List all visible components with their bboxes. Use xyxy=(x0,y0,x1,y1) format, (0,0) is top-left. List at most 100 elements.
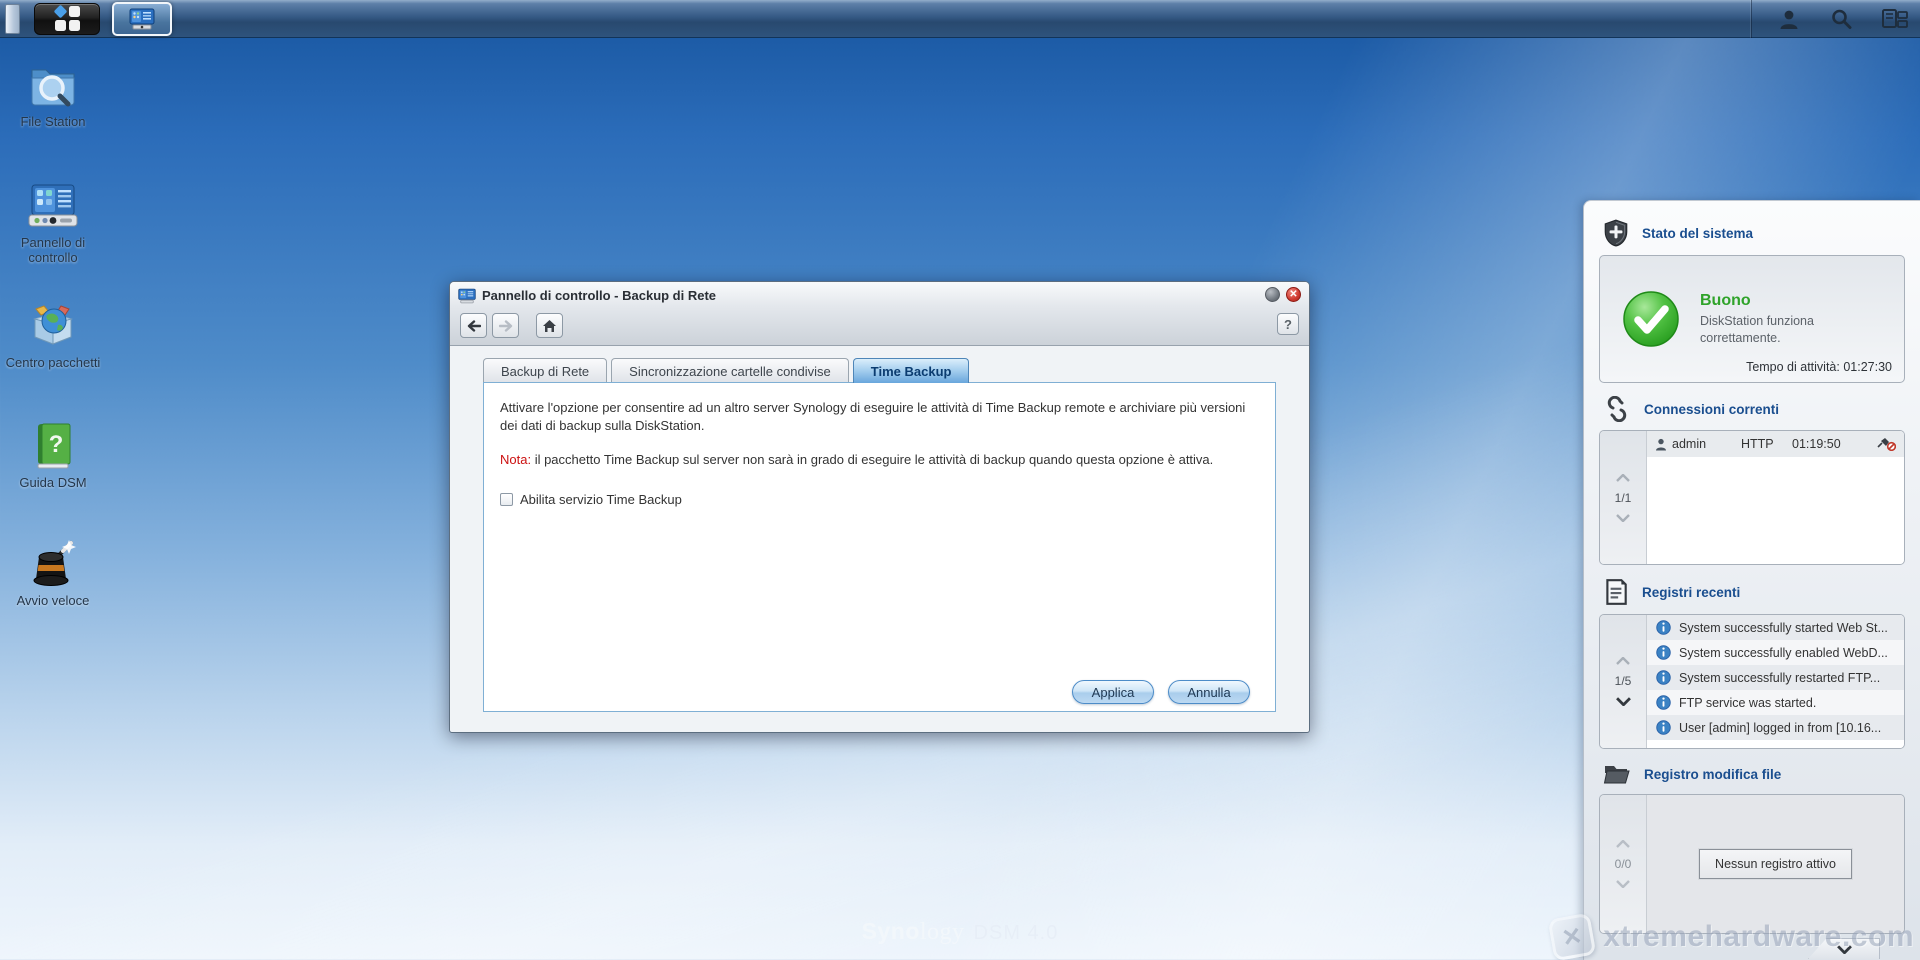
connections-header: Connessioni correnti xyxy=(1603,396,1905,422)
back-arrow-icon xyxy=(467,319,481,332)
apply-button[interactable]: Applica xyxy=(1072,680,1154,704)
system-status-box: Buono DiskStation funziona correttamente… xyxy=(1599,255,1905,383)
desktop-icon-quick-start[interactable]: Avvio veloce xyxy=(0,539,106,608)
status-message: DiskStation funziona correttamente. xyxy=(1700,314,1814,345)
window-header: Pannello di controllo - Backup di Rete ✕ xyxy=(450,282,1309,346)
log-text: System successfully restarted FTP... xyxy=(1679,670,1881,685)
widget-title: Connessioni correnti xyxy=(1644,401,1780,417)
close-button[interactable]: ✕ xyxy=(1286,287,1301,302)
desktop-icon-file-station[interactable]: File Station xyxy=(0,62,106,129)
pager-count: 1/5 xyxy=(1614,674,1632,688)
logs-pager: 1/5 xyxy=(1600,615,1646,748)
connection-user: admin xyxy=(1672,437,1707,451)
open-folder-icon xyxy=(1603,766,1630,784)
note-body: il pacchetto Time Backup sul server non … xyxy=(531,452,1214,468)
minimize-button[interactable] xyxy=(1265,287,1280,302)
widget-title: Stato del sistema xyxy=(1642,225,1754,241)
description-text: Attivare l'opzione per consentire ad un … xyxy=(500,400,1246,434)
logs-list: System successfully started Web St... Sy… xyxy=(1646,615,1904,748)
home-icon xyxy=(543,319,556,332)
page-down-icon[interactable] xyxy=(1615,697,1631,706)
uptime-label: Tempo di attività: 01:27:30 xyxy=(1746,360,1892,374)
brand-syno: Syno xyxy=(861,918,920,944)
file-log-header: Registro modifica file xyxy=(1603,762,1905,786)
user-small-icon xyxy=(1656,438,1666,450)
page-up-icon[interactable] xyxy=(1616,840,1630,848)
info-icon xyxy=(1656,720,1671,735)
log-row[interactable]: System successfully restarted FTP... xyxy=(1647,665,1904,690)
desktop-icon-dsm-help[interactable]: ? Guida DSM xyxy=(0,423,106,490)
home-button[interactable] xyxy=(536,313,563,338)
show-desktop-button[interactable] xyxy=(5,3,20,34)
pilot-view-icon[interactable] xyxy=(1882,8,1908,30)
control-panel-icon xyxy=(28,184,78,227)
connections-box: 1/1 admin HTTP 01:19:50 xyxy=(1599,430,1905,565)
page-up-icon[interactable] xyxy=(1616,657,1630,665)
log-text: User [admin] logged in from [10.16... xyxy=(1679,720,1882,735)
forward-button[interactable] xyxy=(492,313,519,338)
back-button[interactable] xyxy=(460,313,487,338)
sidebar-collapse-button[interactable] xyxy=(1808,938,1880,959)
recent-logs-header: Registri recenti xyxy=(1603,578,1905,606)
log-row[interactable]: User [admin] logged in from [10.16... xyxy=(1647,715,1904,740)
connection-protocol: HTTP xyxy=(1741,437,1774,451)
connection-row[interactable]: admin HTTP 01:19:50 xyxy=(1647,431,1904,457)
tab-time-backup[interactable]: Time Backup xyxy=(852,358,970,383)
log-row[interactable]: FTP service was started. xyxy=(1647,690,1904,715)
page-down-icon[interactable] xyxy=(1616,513,1630,522)
forward-arrow-icon xyxy=(498,319,512,332)
control-panel-window: Pannello di controllo - Backup di Rete ✕ xyxy=(449,281,1310,733)
enable-time-backup-checkbox[interactable] xyxy=(500,492,513,506)
taskbar-item-control-panel[interactable] xyxy=(112,1,172,36)
time-backup-panel: Attivare l'opzione per consentire ad un … xyxy=(483,382,1276,712)
desktop-icon-label: Avvio veloce xyxy=(16,593,90,608)
taskbar xyxy=(0,0,1920,38)
connections-pager: 1/1 xyxy=(1600,431,1646,564)
brand-product: DSM 4.0 xyxy=(973,922,1059,944)
pager-count: 1/1 xyxy=(1614,490,1632,505)
page-down-icon[interactable] xyxy=(1616,880,1630,888)
log-document-icon xyxy=(1606,579,1627,605)
recent-logs-box: 1/5 System successfully started Web St..… xyxy=(1599,614,1905,749)
package-center-icon xyxy=(33,305,73,345)
file-log-box: 0/0 Nessun registro attivo xyxy=(1599,794,1905,934)
pager-count: 0/0 xyxy=(1614,857,1632,871)
user-icon[interactable] xyxy=(1778,8,1800,30)
link-icon xyxy=(1607,396,1627,422)
svg-text:?: ? xyxy=(49,431,64,458)
enable-time-backup-row: Abilita servizio Time Backup xyxy=(500,492,1259,507)
control-panel-mini-icon xyxy=(129,8,155,29)
tab-backup-di-rete[interactable]: Backup di Rete xyxy=(483,358,608,383)
search-icon[interactable] xyxy=(1830,8,1852,30)
disconnect-icon[interactable] xyxy=(1877,437,1896,451)
help-button[interactable]: ? xyxy=(1277,313,1299,335)
note-text: Nota: il pacchetto Time Backup sul serve… xyxy=(500,451,1259,469)
widget-title: Registri recenti xyxy=(1642,584,1741,600)
log-row[interactable]: System successfully enabled WebD... xyxy=(1647,640,1904,665)
page-up-icon[interactable] xyxy=(1616,473,1630,482)
log-text: System successfully enabled WebD... xyxy=(1679,645,1888,660)
log-text: System successfully started Web St... xyxy=(1679,620,1888,635)
desktop-icon-label: Pannello di controllo xyxy=(20,235,86,266)
no-active-log-label: Nessun registro attivo xyxy=(1698,848,1853,880)
note-label: Nota: xyxy=(500,452,532,468)
cancel-button[interactable]: Annulla xyxy=(1168,680,1250,704)
file-log-pager: 0/0 xyxy=(1600,795,1646,933)
connections-list: admin HTTP 01:19:50 xyxy=(1646,431,1904,564)
info-icon xyxy=(1656,620,1671,635)
desktop-icon-package-center[interactable]: Centro pacchetti xyxy=(0,303,106,370)
log-text: FTP service was started. xyxy=(1679,695,1817,710)
info-icon xyxy=(1656,645,1671,660)
quick-start-icon xyxy=(33,540,76,586)
widget-title: Registro modifica file xyxy=(1644,766,1782,782)
window-body: Backup di Rete Sincronizzazione cartelle… xyxy=(450,346,1309,732)
tab-bar: Backup di Rete Sincronizzazione cartelle… xyxy=(483,357,1276,383)
info-icon xyxy=(1656,670,1671,685)
checkbox-label: Abilita servizio Time Backup xyxy=(520,491,682,507)
log-row[interactable]: System successfully started Web St... xyxy=(1647,615,1904,640)
shield-icon xyxy=(1604,219,1628,247)
main-menu-button[interactable] xyxy=(34,2,100,35)
file-log-empty-area: Nessun registro attivo xyxy=(1646,795,1904,933)
desktop-icon-control-panel[interactable]: Pannello di controllo xyxy=(0,183,106,266)
tab-sincronizzazione[interactable]: Sincronizzazione cartelle condivise xyxy=(611,358,849,383)
